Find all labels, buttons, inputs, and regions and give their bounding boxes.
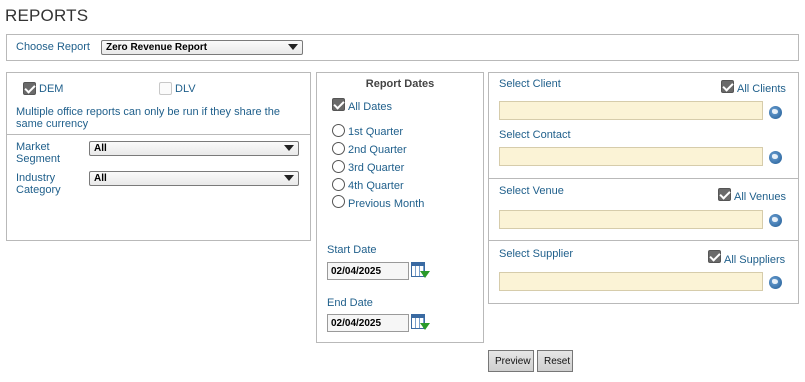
radio-1st-quarter-label: 1st Quarter bbox=[348, 126, 404, 138]
report-select[interactable]: Zero Revenue Report bbox=[101, 40, 303, 55]
market-segment-label-line2: Segment bbox=[16, 153, 61, 165]
office-filter-panel: DEM DLV Multiple office reports can only… bbox=[6, 72, 311, 241]
calendar-icon[interactable] bbox=[411, 314, 430, 331]
market-segment-label-line1: Market bbox=[16, 141, 50, 153]
dlv-label: DLV bbox=[175, 83, 196, 95]
select-supplier-label: Select Supplier bbox=[499, 248, 573, 260]
radio-previous-month[interactable] bbox=[332, 195, 345, 208]
start-date-label: Start Date bbox=[327, 244, 377, 256]
preview-button[interactable]: Preview bbox=[488, 350, 534, 372]
end-date-label: End Date bbox=[327, 297, 373, 309]
radio-3rd-quarter-label: 3rd Quarter bbox=[348, 162, 405, 174]
choose-report-label: Choose Report bbox=[16, 41, 90, 53]
report-dates-heading: Report Dates bbox=[365, 78, 435, 90]
industry-category-label-line2: Category bbox=[16, 184, 61, 196]
selection-panel: Select Client All Clients Select Contact… bbox=[488, 72, 799, 304]
market-segment-label: Market Segment bbox=[16, 141, 60, 165]
industry-category-label: Industry Category bbox=[16, 172, 61, 196]
venue-field[interactable] bbox=[499, 210, 763, 229]
radio-4th-quarter[interactable] bbox=[332, 178, 345, 191]
page-title: REPORTS bbox=[5, 6, 89, 25]
chevron-down-icon bbox=[284, 145, 294, 151]
report-select-value: Zero Revenue Report bbox=[106, 42, 208, 53]
market-segment-select[interactable]: All bbox=[89, 141, 299, 156]
industry-category-value: All bbox=[94, 173, 107, 184]
choose-report-panel: Choose Report Zero Revenue Report bbox=[6, 34, 799, 61]
industry-category-label-line1: Industry bbox=[16, 172, 56, 184]
select-venue-label: Select Venue bbox=[499, 185, 564, 197]
radio-2nd-quarter-label: 2nd Quarter bbox=[348, 144, 407, 156]
radio-4th-quarter-label: 4th Quarter bbox=[348, 180, 404, 192]
contact-field[interactable] bbox=[499, 147, 763, 166]
globe-icon[interactable] bbox=[769, 214, 782, 227]
dem-label: DEM bbox=[39, 83, 64, 95]
all-suppliers-label: All Suppliers bbox=[724, 254, 786, 266]
all-dates-label: All Dates bbox=[348, 101, 393, 113]
chevron-down-icon bbox=[284, 175, 294, 181]
globe-icon[interactable] bbox=[769, 151, 782, 164]
radio-3rd-quarter[interactable] bbox=[332, 160, 345, 173]
globe-icon[interactable] bbox=[769, 106, 782, 119]
chevron-down-icon bbox=[288, 44, 298, 50]
start-date-input[interactable]: 02/04/2025 bbox=[327, 262, 409, 280]
all-clients-label: All Clients bbox=[737, 83, 786, 95]
end-date-input[interactable]: 02/04/2025 bbox=[327, 314, 409, 332]
industry-category-select[interactable]: All bbox=[89, 171, 299, 186]
dlv-checkbox[interactable] bbox=[159, 82, 172, 95]
market-segment-value: All bbox=[94, 143, 107, 154]
panel-divider bbox=[7, 134, 310, 135]
panel-divider bbox=[489, 178, 798, 179]
select-contact-label: Select Contact bbox=[499, 129, 571, 141]
globe-icon[interactable] bbox=[769, 276, 782, 289]
client-field[interactable] bbox=[499, 101, 763, 120]
all-suppliers-checkbox[interactable] bbox=[708, 250, 721, 263]
all-venues-checkbox[interactable] bbox=[718, 188, 731, 201]
radio-1st-quarter[interactable] bbox=[332, 124, 345, 137]
all-dates-checkbox[interactable] bbox=[332, 98, 345, 111]
select-client-label: Select Client bbox=[499, 78, 561, 90]
all-clients-checkbox[interactable] bbox=[721, 80, 734, 93]
report-dates-panel: Report Dates All Dates 1st Quarter 2nd Q… bbox=[316, 72, 484, 343]
radio-2nd-quarter[interactable] bbox=[332, 142, 345, 155]
all-venues-label: All Venues bbox=[734, 191, 786, 203]
calendar-icon[interactable] bbox=[411, 262, 430, 279]
supplier-field[interactable] bbox=[499, 272, 763, 291]
reset-button[interactable]: Reset bbox=[537, 350, 573, 372]
panel-divider bbox=[489, 240, 798, 241]
dem-checkbox[interactable] bbox=[23, 82, 36, 95]
currency-info-text: Multiple office reports can only be run … bbox=[16, 106, 280, 130]
radio-previous-month-label: Previous Month bbox=[348, 198, 425, 210]
